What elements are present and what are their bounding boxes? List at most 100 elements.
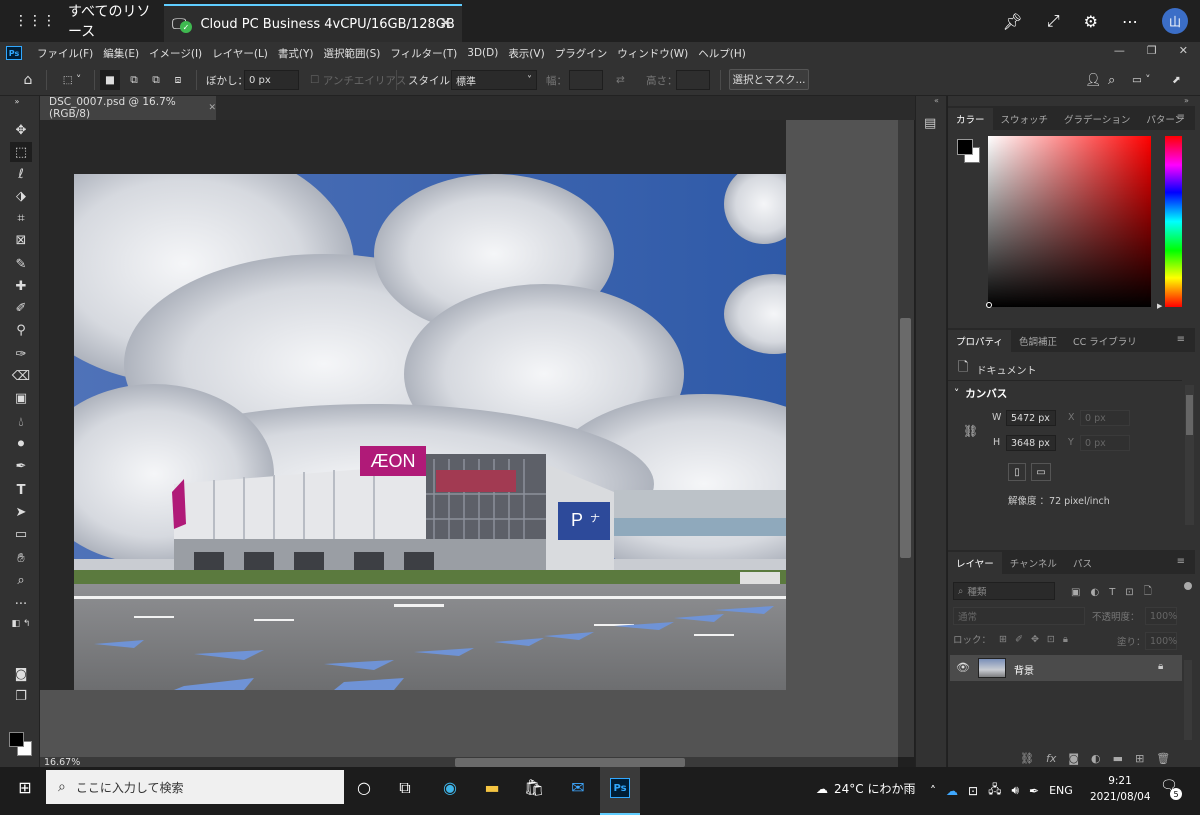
height-input[interactable] <box>676 70 710 90</box>
tab-channels[interactable]: チャンネル <box>1002 552 1065 574</box>
history-brush-icon[interactable]: ✑ <box>10 344 32 364</box>
properties-scroll-thumb[interactable] <box>1186 395 1193 435</box>
gradient-tool-icon[interactable]: ▣ <box>10 388 32 408</box>
marquee-tool-icon[interactable]: ⬚ <box>10 142 32 162</box>
eye-icon[interactable]: 👁︎ <box>956 661 970 674</box>
layer-row[interactable]: 👁︎ 背景 🔒︎ <box>950 655 1182 681</box>
canvas-heading[interactable]: ˅ カンバス <box>954 386 1007 401</box>
hand-tool-icon[interactable]: ✋︎ <box>10 548 32 568</box>
network-icon[interactable]: 🖧︎ <box>988 780 1001 801</box>
all-resources-button[interactable]: ⋮⋮⋮ すべてのリソース <box>0 0 160 42</box>
eyedropper-tool-icon[interactable]: ✎ <box>10 254 32 274</box>
restore-icon[interactable]: ❐ <box>1147 44 1157 57</box>
fill-input[interactable]: 100% <box>1145 632 1177 650</box>
new-selection-icon[interactable]: ■ <box>100 70 120 90</box>
collapse-icon[interactable]: « <box>934 96 939 105</box>
saturation-field[interactable] <box>988 136 1151 307</box>
panel-foreground-swatch[interactable] <box>957 139 973 155</box>
lock-position-icon[interactable]: ✥ <box>1031 634 1039 645</box>
select-and-mask-button[interactable]: 選択とマスク... <box>729 69 809 90</box>
menu-plugins[interactable]: プラグイン <box>550 46 613 61</box>
history-panel-icon[interactable]: ▤ <box>924 116 936 131</box>
canvas-width-input[interactable]: 5472 px <box>1006 410 1056 426</box>
frame-tool-icon[interactable]: ⊠ <box>10 230 32 250</box>
windows-start-icon[interactable]: ⊞ <box>13 778 37 797</box>
store-icon[interactable]: 🛍︎ <box>522 778 546 797</box>
close-icon[interactable]: ✕ <box>1179 44 1188 57</box>
lock-brush-icon[interactable]: ✐ <box>1015 634 1023 645</box>
eraser-tool-icon[interactable]: ⌫ <box>10 366 32 386</box>
menu-type[interactable]: 書式(Y) <box>273 46 319 61</box>
menu-view[interactable]: 表示(V) <box>503 46 549 61</box>
mail-icon[interactable]: ✉ <box>566 778 590 797</box>
menu-window[interactable]: ウィンドウ(W) <box>612 46 693 61</box>
healing-brush-icon[interactable]: ✚ <box>10 276 32 296</box>
settings-icon[interactable]: ⚙ <box>1084 12 1098 31</box>
object-select-tool-icon[interactable]: ⬗ <box>10 186 32 206</box>
panel-menu-icon[interactable]: ≡ <box>1177 112 1185 123</box>
canvas-x-input[interactable]: 0 px <box>1080 410 1130 426</box>
volume-icon[interactable]: 🔊︎ <box>1011 783 1019 798</box>
lock-transparent-icon[interactable]: ⊞ <box>999 634 1007 645</box>
layers-scrollbar[interactable] <box>1184 660 1192 740</box>
tab-gradients[interactable]: グラデーション <box>1056 108 1138 130</box>
dodge-tool-icon[interactable]: ⚫︎ <box>10 434 32 454</box>
width-input[interactable] <box>569 70 603 90</box>
cortana-icon[interactable]: ○ <box>352 778 376 797</box>
menu-image[interactable]: イメージ(I) <box>144 46 207 61</box>
lock-all-icon[interactable]: 🔒︎ <box>1063 634 1068 645</box>
more-icon[interactable]: ⋯ <box>1122 12 1138 31</box>
onedrive-icon[interactable]: ☁ <box>946 784 958 798</box>
close-document-icon[interactable]: ✕ <box>208 103 216 113</box>
menu-select[interactable]: 選択範囲(S) <box>319 46 386 61</box>
chevron-up-icon[interactable]: ˄ <box>930 784 936 798</box>
default-colors-icon[interactable]: ◧ ↰ <box>10 614 32 634</box>
file-explorer-icon[interactable]: ▬ <box>480 778 504 797</box>
vertical-scroll-thumb[interactable] <box>900 318 911 558</box>
task-view-icon[interactable]: ⧉ <box>393 778 417 798</box>
menu-3d[interactable]: 3D(D) <box>462 47 503 59</box>
tab-cc-libraries[interactable]: CC ライブラリ <box>1065 330 1145 352</box>
portrait-orientation-icon[interactable]: ▯ <box>1008 463 1026 481</box>
delete-layer-icon[interactable]: 🗑︎ <box>1156 752 1170 765</box>
clock[interactable]: 9:21 2021/08/04 <box>1090 773 1151 805</box>
path-select-icon[interactable]: ➤ <box>10 502 32 522</box>
document-canvas[interactable]: ÆON P ナ <box>74 174 786 690</box>
search-icon[interactable]: ⌕ <box>1108 70 1115 90</box>
landscape-orientation-icon[interactable]: ▭ <box>1031 463 1051 481</box>
menu-layer[interactable]: レイヤー(L) <box>207 46 273 61</box>
filter-shape-icon[interactable]: ⊡ <box>1125 587 1133 598</box>
weather-widget[interactable]: ☁ 24°C にわか雨 <box>816 780 915 797</box>
horizontal-scroll-thumb[interactable] <box>455 758 685 767</box>
zoom-tool-icon[interactable]: ⌕ <box>10 570 32 590</box>
pen-tool-icon[interactable]: ✒ <box>10 456 32 476</box>
menu-filter[interactable]: フィルター(T) <box>385 46 462 61</box>
tab-color[interactable]: カラー <box>948 108 993 130</box>
collapse-panels-icon[interactable]: » <box>1184 96 1189 105</box>
filter-smart-icon[interactable]: 🗋︎ <box>1144 584 1152 601</box>
type-tool-icon[interactable]: T <box>10 480 32 500</box>
pen-icon[interactable]: ✒ <box>1029 784 1039 798</box>
menu-edit[interactable]: 編集(E) <box>98 46 144 61</box>
add-mask-icon[interactable]: ◙ <box>1068 752 1079 765</box>
blur-tool-icon[interactable]: 💧︎ <box>10 412 32 432</box>
share-export-icon[interactable]: ⬈ <box>1172 70 1181 90</box>
brush-tool-icon[interactable]: ✐ <box>10 298 32 318</box>
fx-icon[interactable]: fx <box>1046 752 1056 765</box>
menu-file[interactable]: ファイル(F) <box>32 46 98 61</box>
tab-paths[interactable]: パス <box>1065 552 1100 574</box>
filter-type-icon[interactable]: T <box>1109 587 1115 598</box>
subtract-selection-icon[interactable]: ⧉ <box>146 70 166 90</box>
quick-mask-icon[interactable]: ◙ <box>10 664 32 684</box>
panel-menu-icon[interactable]: ≡ <box>1177 334 1185 345</box>
filter-pixel-icon[interactable]: ▣ <box>1071 587 1080 598</box>
more-tools-icon[interactable]: ··· <box>10 594 32 614</box>
language-indicator[interactable]: ENG <box>1049 784 1073 797</box>
layer-name[interactable]: 背景 <box>1014 662 1034 677</box>
crop-tool-icon[interactable]: ⌗ <box>10 208 32 228</box>
link-icon[interactable]: ⛓︎ <box>963 424 978 438</box>
screen-mode-icon[interactable]: ❐ <box>10 686 32 706</box>
antialias-checkbox[interactable]: ☐ アンチエイリアス <box>310 70 406 90</box>
layer-filter-select[interactable]: ⌕ 種類 <box>953 582 1055 600</box>
taskbar-search[interactable]: ⌕ ここに入力して検索 <box>46 770 344 804</box>
